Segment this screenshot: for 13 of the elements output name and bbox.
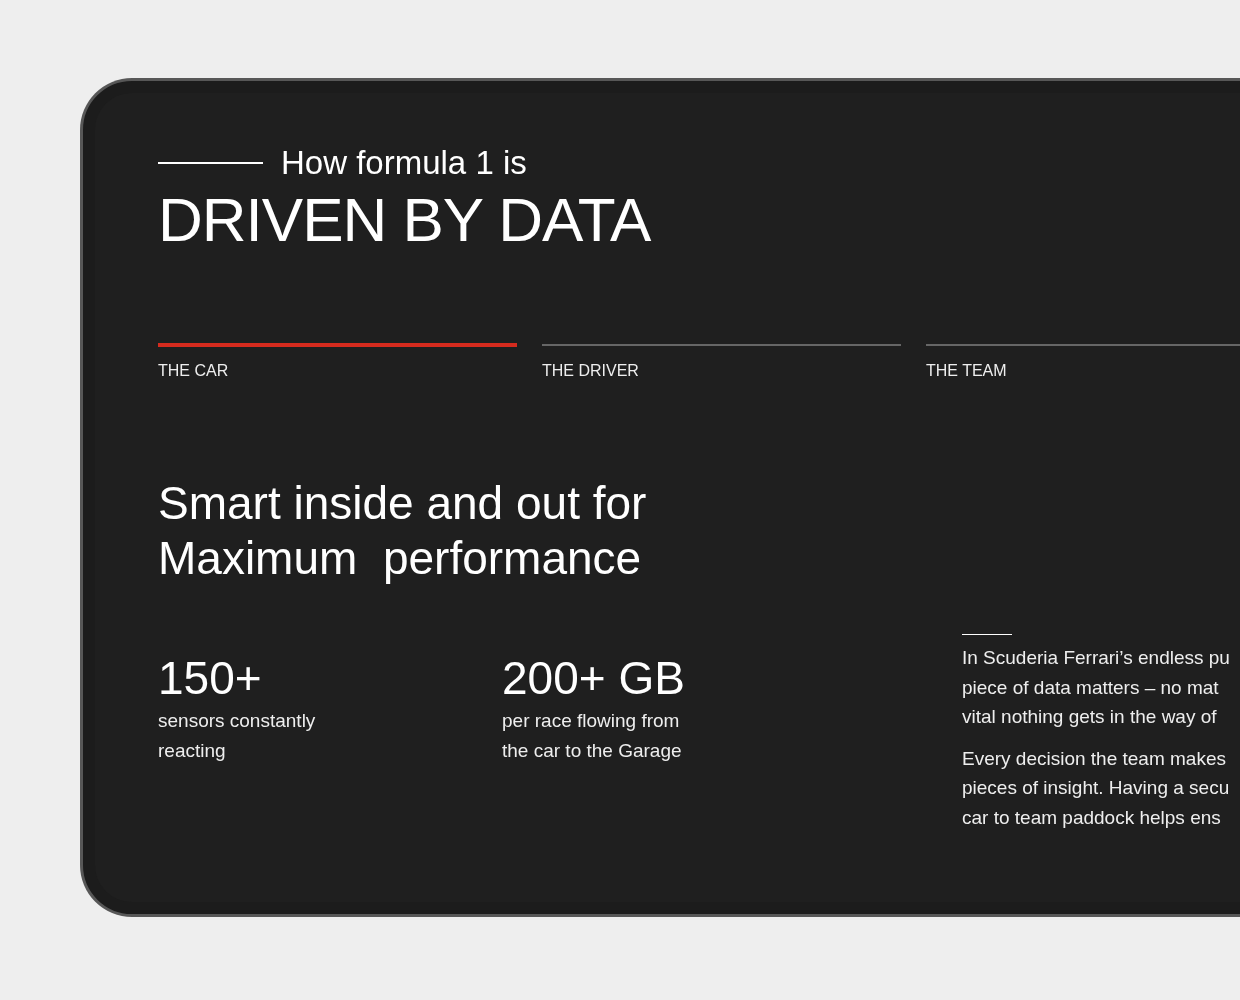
body-paragraph: In Scuderia Ferrari’s endless pu piece of data matters – no mat vital nothing gets in the way of (962, 646, 1230, 729)
stat-value: 200+ GB (502, 652, 686, 704)
tab[interactable]: THE CAR (158, 343, 517, 381)
lead-text: How formula 1 is (281, 143, 527, 183)
body-paragraph: Every decision the team makes pieces of insight. Having a secu car to team paddock helps ens (962, 746, 1230, 830)
tab[interactable]: THE DRIVER (542, 343, 901, 381)
headline: Smart inside and out for Maximum performance (158, 476, 648, 586)
rule-line (962, 634, 1012, 635)
tab[interactable]: THE TEAM (926, 343, 1240, 381)
stat-caption: per race flowing from the car to the Garage (502, 709, 683, 763)
stat-value: 150+ (158, 652, 263, 704)
page-title: DRIVEN BY DATA (158, 185, 652, 255)
stat-caption: sensors constantly reacting (158, 709, 317, 763)
